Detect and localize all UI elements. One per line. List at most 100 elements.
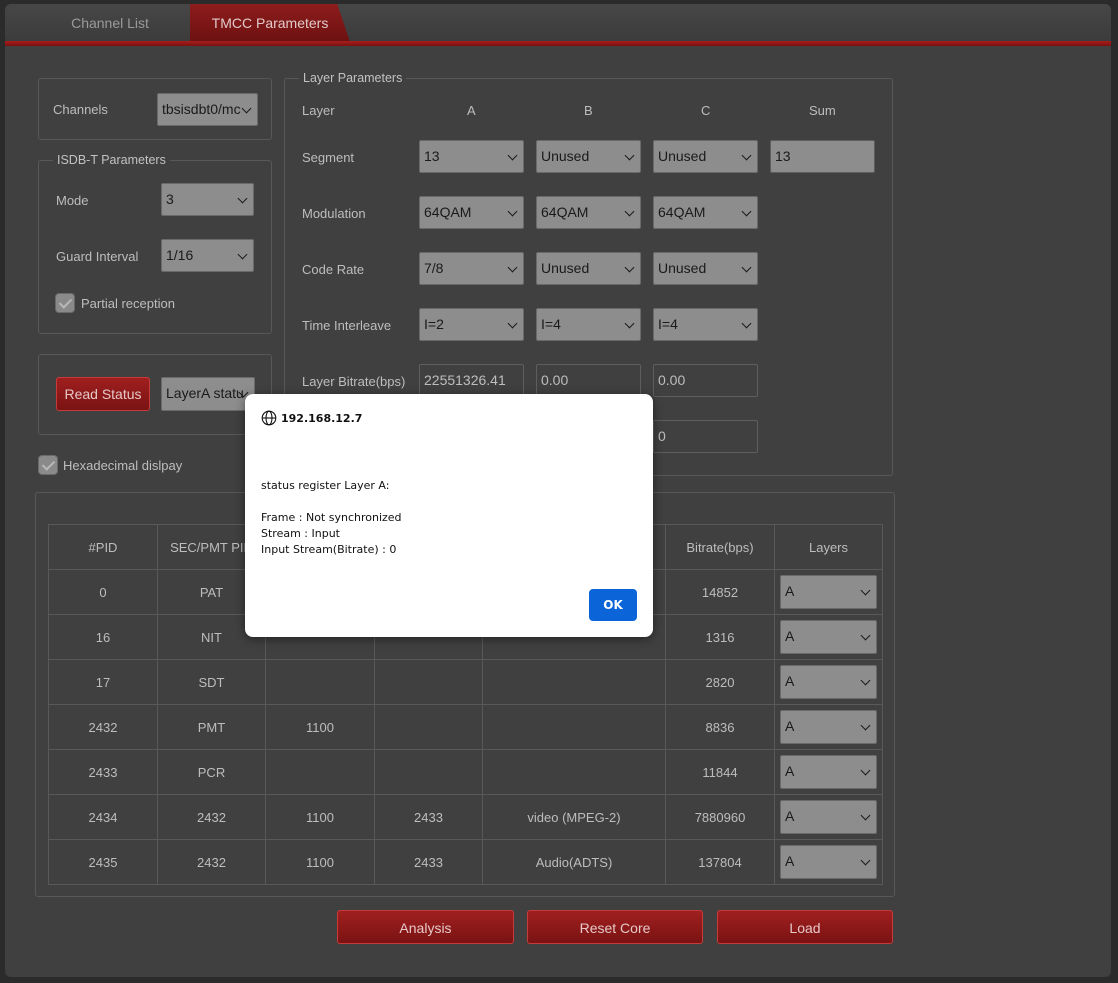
chevron-down-icon xyxy=(860,621,872,652)
layer-cell: A xyxy=(774,839,883,885)
time-interleave-b-select[interactable]: I=4 xyxy=(536,308,641,341)
sum-header: Sum xyxy=(809,103,836,118)
sec-cell: 2432 xyxy=(157,839,266,885)
partial-reception-checkbox[interactable] xyxy=(55,293,75,313)
modulation-a-value: 64QAM xyxy=(424,204,472,220)
time-interleave-c-select[interactable]: I=4 xyxy=(653,308,758,341)
col5-cell xyxy=(482,659,666,705)
chevron-down-icon xyxy=(624,253,636,284)
chevron-down-icon xyxy=(860,801,872,832)
layer-status-select[interactable]: LayerA statu xyxy=(161,377,255,411)
table-row: 2432 PMT 1100 8836 A xyxy=(48,704,883,750)
col4-cell xyxy=(374,659,483,705)
code-rate-a-select[interactable]: 7/8 xyxy=(419,252,524,285)
ok-button[interactable]: OK xyxy=(589,589,637,621)
dialog-host: 192.168.12.7 xyxy=(281,412,363,425)
layer-header: Layer xyxy=(302,103,335,118)
layer-parameters-legend: Layer Parameters xyxy=(299,71,407,85)
load-button[interactable]: Load xyxy=(717,910,893,944)
segment-b-select[interactable]: Unused xyxy=(536,140,641,173)
code-rate-b-select[interactable]: Unused xyxy=(536,252,641,285)
layer-status-value: LayerA statu xyxy=(166,385,244,401)
col3-cell xyxy=(265,749,375,795)
layer-select[interactable]: A xyxy=(780,755,877,789)
layer-select[interactable]: A xyxy=(780,620,877,654)
sec-cell: PMT xyxy=(157,704,266,750)
col4-cell xyxy=(374,749,483,795)
segment-b-value: Unused xyxy=(541,148,590,164)
code-rate-c-select[interactable]: Unused xyxy=(653,252,758,285)
chevron-down-icon xyxy=(237,240,249,271)
col5-cell xyxy=(482,749,666,795)
bitrate-cell: 7880960 xyxy=(665,794,775,840)
layer-select[interactable]: A xyxy=(780,665,877,699)
layer-select-value: A xyxy=(785,853,795,869)
segment-c-select[interactable]: Unused xyxy=(653,140,758,173)
col4-cell: 2433 xyxy=(374,794,483,840)
chevron-down-icon xyxy=(507,253,519,284)
chevron-down-icon xyxy=(741,253,753,284)
guard-interval-select[interactable]: 1/16 xyxy=(161,239,254,272)
analysis-button[interactable]: Analysis xyxy=(337,910,514,944)
chevron-down-icon xyxy=(624,141,636,172)
pid-cell: 2433 xyxy=(48,749,158,795)
segment-a-select[interactable]: 13 xyxy=(419,140,524,173)
modulation-c-select[interactable]: 64QAM xyxy=(653,196,758,229)
layer-bitrate-label: Layer Bitrate(bps) xyxy=(302,374,406,389)
time-interleave-label: Time Interleave xyxy=(302,318,392,333)
guard-interval-value: 1/16 xyxy=(166,247,194,263)
pid-cell: 0 xyxy=(48,569,158,615)
mode-select-value: 3 xyxy=(166,191,174,207)
layers-header: Layers xyxy=(774,524,883,570)
pid-cell: 16 xyxy=(48,614,158,660)
layer-select[interactable]: A xyxy=(780,800,877,834)
layer-select[interactable]: A xyxy=(780,575,877,609)
status-box: Read Status LayerA statu xyxy=(38,354,272,435)
time-interleave-c-value: I=4 xyxy=(658,316,678,332)
bitrate-cell: 8836 xyxy=(665,704,775,750)
hexadecimal-display-checkbox[interactable] xyxy=(38,455,58,475)
reset-core-button[interactable]: Reset Core xyxy=(527,910,703,944)
guard-interval-label: Guard Interval xyxy=(56,249,139,264)
chevron-down-icon xyxy=(237,184,249,215)
tab-channel-list[interactable]: Channel List xyxy=(35,4,185,42)
modulation-b-value: 64QAM xyxy=(541,204,589,220)
table-row: 2435 2432 1100 2433 Audio(ADTS) 137804 A xyxy=(48,839,883,885)
isdbt-legend: ISDB-T Parameters xyxy=(53,153,170,167)
code-rate-b-value: Unused xyxy=(541,260,590,276)
col3-cell: 1100 xyxy=(265,704,375,750)
mode-select[interactable]: 3 xyxy=(161,183,254,216)
chevron-down-icon xyxy=(507,141,519,172)
bitrate-cell: 1316 xyxy=(665,614,775,660)
bitrate-cell: 2820 xyxy=(665,659,775,705)
chevron-down-icon xyxy=(860,756,872,787)
mode-label: Mode xyxy=(56,193,89,208)
modulation-b-select[interactable]: 64QAM xyxy=(536,196,641,229)
col4-cell xyxy=(374,704,483,750)
channels-select[interactable]: tbsisdbt0/mc xyxy=(157,93,258,126)
globe-icon xyxy=(261,410,277,426)
col3-cell: 1100 xyxy=(265,794,375,840)
col3-cell: 1100 xyxy=(265,839,375,885)
chevron-down-icon xyxy=(860,846,872,877)
bitrate-cell: 11844 xyxy=(665,749,775,795)
dialog-line-stream: Stream : Input xyxy=(261,527,340,540)
sec-cell: 2432 xyxy=(157,794,266,840)
read-status-button[interactable]: Read Status xyxy=(56,377,150,411)
layer-b-header: B xyxy=(584,103,593,118)
time-interleave-b-value: I=4 xyxy=(541,316,561,332)
layer-cell: A xyxy=(774,794,883,840)
code-rate-c-value: Unused xyxy=(658,260,707,276)
layer-select-value: A xyxy=(785,718,795,734)
layer-select-value: A xyxy=(785,808,795,824)
layer-select[interactable]: A xyxy=(780,710,877,744)
chevron-down-icon xyxy=(507,197,519,228)
time-interleave-a-select[interactable]: I=2 xyxy=(419,308,524,341)
modulation-a-select[interactable]: 64QAM xyxy=(419,196,524,229)
pid-cell: 2432 xyxy=(48,704,158,750)
tab-tmcc-parameters[interactable]: TMCC Parameters xyxy=(190,4,350,42)
segment-label: Segment xyxy=(302,150,355,165)
layer-select[interactable]: A xyxy=(780,845,877,879)
channels-box: Channels tbsisdbt0/mc xyxy=(38,78,272,140)
dialog-title-line: status register Layer A: xyxy=(261,479,390,492)
